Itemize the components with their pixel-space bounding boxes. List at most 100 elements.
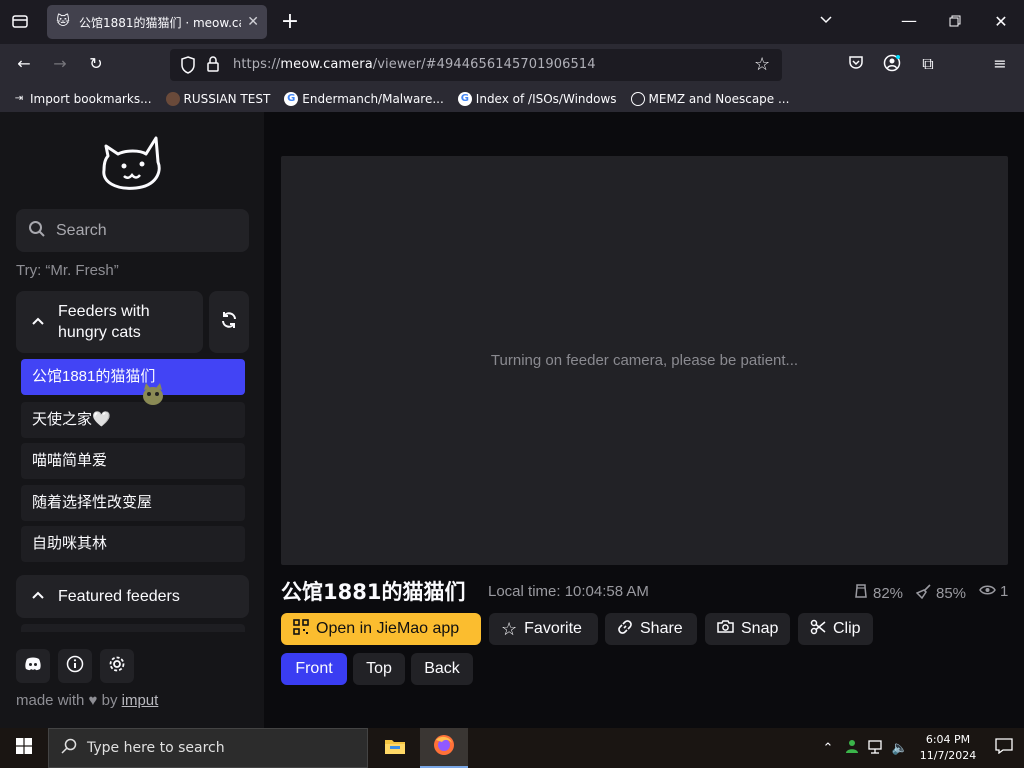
- bookmark-item[interactable]: G Endermanch/Malware...: [284, 92, 444, 106]
- tab-list-icon[interactable]: [8, 12, 32, 35]
- feeder-item[interactable]: 自助咪其林: [21, 526, 245, 562]
- feeder-item[interactable]: 喵喵简单爱: [21, 443, 245, 479]
- windows-logo-icon: [16, 738, 32, 758]
- close-window-icon[interactable]: ✕: [989, 12, 1013, 32]
- snap-button[interactable]: Snap: [705, 613, 790, 645]
- bookmark-item[interactable]: RUSSIAN TEST: [165, 92, 270, 106]
- clock-date: 11/7/2024: [919, 749, 977, 762]
- camera-title: 公馆1881的猫猫们: [281, 580, 466, 604]
- start-button[interactable]: [0, 728, 48, 768]
- share-button[interactable]: Share: [605, 613, 697, 645]
- hungry-feeders-section-toggle[interactable]: Feeders with hungry cats: [16, 291, 203, 353]
- cat-favicon-icon: 🐱: [56, 14, 70, 29]
- button-label: Snap: [741, 620, 779, 637]
- star-icon: ☆: [501, 618, 518, 639]
- discord-button[interactable]: [16, 649, 50, 683]
- qr-code-icon: [293, 618, 309, 640]
- open-in-jiemao-app-button[interactable]: Open in JieMao app: [281, 613, 481, 645]
- tab-active[interactable]: 🐱 公馆1881的猫猫们 · meow.camera ✕: [47, 5, 267, 39]
- imput-link[interactable]: imput: [122, 692, 159, 709]
- view-front-button[interactable]: Front: [281, 653, 347, 685]
- search-icon: [61, 738, 77, 758]
- settings-button[interactable]: [100, 649, 134, 683]
- windows-taskbar: Type here to search ⌃ 🔈 6:04 PM 11/7/202…: [0, 728, 1024, 768]
- folder-icon: [384, 737, 406, 759]
- close-tab-icon[interactable]: ✕: [247, 14, 259, 30]
- section-title: Feeders with hungry cats: [58, 303, 150, 341]
- network-icon[interactable]: [864, 739, 888, 758]
- pocket-icon[interactable]: [844, 54, 868, 75]
- search-hint: Try: “Mr. Fresh”: [16, 262, 119, 279]
- restore-icon[interactable]: [943, 12, 967, 32]
- taskbar-search[interactable]: Type here to search: [48, 728, 368, 768]
- shield-icon[interactable]: [180, 56, 196, 78]
- gear-icon: [108, 655, 126, 677]
- new-tab-icon[interactable]: +: [278, 11, 302, 33]
- minimize-icon[interactable]: —: [897, 11, 921, 31]
- reload-icon[interactable]: ↻: [84, 54, 108, 74]
- food-bag-icon: [853, 583, 869, 603]
- cat-cursor-icon: [140, 382, 166, 408]
- url-bar[interactable]: https://meow.camera/viewer/#494465614570…: [170, 49, 782, 81]
- chevron-up-icon: [28, 314, 48, 331]
- bookmarks-bar: ⇥ Import bookmarks... RUSSIAN TEST G End…: [0, 86, 1024, 112]
- heart-icon: ♥: [88, 692, 98, 709]
- food-level-stat: 82%: [853, 583, 903, 603]
- chevron-up-icon[interactable]: ⌃: [816, 741, 840, 756]
- discord-icon: [24, 657, 42, 675]
- refresh-button[interactable]: [209, 291, 249, 353]
- feeder-item-active[interactable]: 公馆1881的猫猫们: [21, 359, 245, 395]
- info-icon: [66, 655, 84, 677]
- search-input[interactable]: [56, 221, 236, 240]
- import-icon: ⇥: [14, 93, 24, 104]
- browser-titlebar: 🐱 公馆1881的猫猫们 · meow.camera ✕ + — ✕: [0, 0, 1024, 44]
- back-arrow-icon[interactable]: ←: [12, 54, 36, 74]
- view-back-button[interactable]: Back: [411, 653, 473, 685]
- camera-icon: [717, 619, 734, 639]
- bookmark-item[interactable]: G Index of /ISOs/Windows: [457, 92, 617, 106]
- lock-icon[interactable]: [206, 56, 220, 77]
- volume-icon[interactable]: 🔈: [888, 741, 912, 756]
- featured-feeders-section-toggle[interactable]: Featured feeders: [16, 575, 249, 618]
- button-label: Favorite: [524, 620, 582, 637]
- refresh-icon: [220, 311, 238, 334]
- scissors-icon: [810, 619, 826, 640]
- bookmark-item[interactable]: ⇥ Import bookmarks...: [12, 92, 152, 106]
- taskbar-clock[interactable]: 6:04 PM 11/7/2024: [912, 732, 984, 764]
- feeder-search[interactable]: [16, 209, 249, 252]
- site-icon: [165, 92, 180, 106]
- chevron-up-icon: [28, 588, 48, 605]
- made-with-footer: made with ♥ by imput: [16, 692, 159, 709]
- taskbar-search-placeholder: Type here to search: [87, 740, 225, 756]
- clip-button[interactable]: Clip: [798, 613, 873, 645]
- globe-icon: [630, 92, 645, 106]
- browser-navbar: ← → ↻ https://meow.camera/viewer/#494465…: [0, 44, 1024, 118]
- chevron-down-icon[interactable]: [814, 12, 838, 32]
- featured-feeder-item-partial[interactable]: [21, 624, 245, 632]
- system-tray: ⌃ 🔈 6:04 PM 11/7/2024: [816, 728, 1024, 768]
- button-label: Clip: [833, 620, 861, 637]
- feeder-item[interactable]: 随着选择性改变屋: [21, 485, 245, 521]
- user-sync-icon[interactable]: [840, 738, 864, 758]
- info-button[interactable]: [58, 649, 92, 683]
- viewer-count-stat: 1: [979, 583, 1008, 600]
- menu-hamburger-icon[interactable]: ≡: [988, 54, 1012, 74]
- firefox-taskbar-button[interactable]: [420, 728, 468, 768]
- favorite-button[interactable]: ☆ Favorite: [489, 613, 598, 645]
- bookmark-item[interactable]: MEMZ and Noescape ...: [630, 92, 789, 106]
- file-explorer-button[interactable]: [371, 728, 419, 768]
- notification-icon[interactable]: [984, 738, 1024, 758]
- button-label: Share: [640, 620, 683, 637]
- url-text: https://meow.camera/viewer/#494465614570…: [233, 57, 596, 72]
- account-icon[interactable]: [880, 54, 904, 77]
- cat-logo-icon: [102, 136, 161, 190]
- extensions-puzzle-icon[interactable]: ⧉: [916, 54, 940, 74]
- broom-icon: [915, 583, 932, 603]
- view-top-button[interactable]: Top: [353, 653, 405, 685]
- feeder-item[interactable]: 天使之家🤍: [21, 402, 245, 438]
- forward-arrow-icon[interactable]: →: [48, 54, 72, 74]
- bookmark-star-icon[interactable]: ☆: [754, 54, 770, 75]
- camera-status-message: Turning on feeder camera, please be pati…: [490, 352, 799, 369]
- firefox-icon: [432, 733, 456, 761]
- camera-viewer[interactable]: Turning on feeder camera, please be pati…: [281, 156, 1008, 565]
